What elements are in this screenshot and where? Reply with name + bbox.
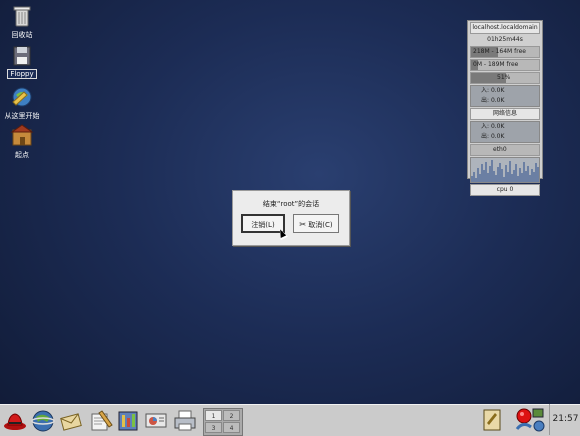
workspace-3[interactable]: 3 xyxy=(205,422,222,433)
home-icon xyxy=(10,124,34,148)
update-alert-icon xyxy=(515,408,545,432)
monitor-net-graph: 入: 0.0K 出: 0.0K xyxy=(470,85,540,107)
dialog-title: 结束“root”的会话 xyxy=(262,200,320,208)
workspace-2[interactable]: 2 xyxy=(223,410,240,421)
notes-applet[interactable] xyxy=(483,409,501,433)
desktop-icon-label: 起点 xyxy=(15,151,29,159)
monitor-section-label: 网络信息 xyxy=(470,108,540,120)
monitor-swap-bar: 0M - 189M free xyxy=(470,59,540,71)
cancel-button[interactable]: ✂ 取消(C) xyxy=(293,214,339,233)
mail-icon xyxy=(60,413,82,431)
update-notifier[interactable] xyxy=(515,407,545,435)
text-editor-launcher[interactable] xyxy=(88,408,114,433)
workspace-pager: 1 2 3 4 xyxy=(203,408,243,436)
desktop-icon-label: 回收站 xyxy=(11,31,33,39)
web-browser-launcher[interactable] xyxy=(30,408,56,433)
desktop-icon-start-here[interactable]: 从这里开始 xyxy=(4,85,40,121)
monitor-net2-graph: 入: 0.0K 出: 0.0K xyxy=(470,121,540,143)
cpu-graph-bar xyxy=(537,167,539,182)
presentation-icon xyxy=(145,413,167,428)
monitor-mem-bar: 218M - 164M free xyxy=(470,46,540,58)
web-browser-icon xyxy=(31,410,55,432)
monitor-cpu-graph xyxy=(470,157,540,183)
desktop-icon-trash[interactable]: 回收站 xyxy=(4,4,40,40)
logout-button-label: 注销(L) xyxy=(251,221,275,229)
start-here-icon xyxy=(10,85,34,109)
mail-launcher[interactable] xyxy=(59,408,85,433)
redhat-menu-button[interactable] xyxy=(2,408,28,433)
desktop-icon-home[interactable]: 起点 xyxy=(4,124,40,160)
cancel-button-label: 取消(C) xyxy=(308,221,333,229)
desktop-icon-label: 从这里开始 xyxy=(4,112,40,120)
monitor-disk-bar: 51% xyxy=(470,72,540,84)
bottom-panel: 1 2 3 4 xyxy=(0,404,580,436)
trash-icon xyxy=(10,4,34,28)
system-monitor: localhost.localdomain 01h25m44s 218M - 1… xyxy=(467,20,543,196)
panel-clock[interactable]: 21:57 xyxy=(549,404,580,435)
monitor-cpu-label: cpu 0 xyxy=(470,184,540,196)
text-editor-icon xyxy=(91,410,113,431)
cancel-icon: ✂ xyxy=(299,220,307,229)
monitor-uptime: 01h25m44s xyxy=(487,36,523,43)
monitor-eth-bar: eth0 xyxy=(470,144,540,156)
desktop-icon-floppy[interactable]: Floppy xyxy=(4,44,40,79)
logout-dialog: 结束“root”的会话 注销(L) ✂ 取消(C) xyxy=(232,190,350,246)
office-launcher[interactable] xyxy=(116,408,142,433)
workspace-4[interactable]: 4 xyxy=(223,422,240,433)
monitor-hostname: localhost.localdomain xyxy=(470,22,540,34)
printer-icon xyxy=(174,410,196,431)
printer-launcher[interactable] xyxy=(172,408,198,433)
workspace-1[interactable]: 1 xyxy=(205,410,222,421)
floppy-icon xyxy=(10,44,34,68)
presentation-launcher[interactable] xyxy=(144,408,170,433)
desktop-icon-label: Floppy xyxy=(7,69,37,79)
notes-icon xyxy=(483,409,501,431)
redhat-menu-icon xyxy=(4,413,26,430)
office-icon xyxy=(118,411,138,431)
